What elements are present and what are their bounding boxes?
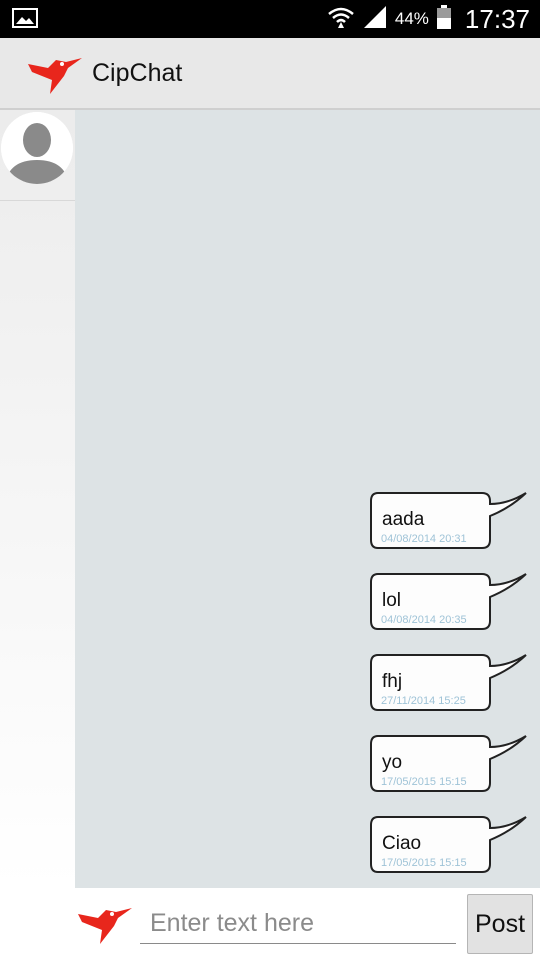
message-text: lol xyxy=(382,590,402,611)
message-bubble[interactable]: yo 17/05/2015 15:15 xyxy=(370,735,530,801)
post-button[interactable]: Post xyxy=(467,894,533,954)
message-timestamp: 17/05/2015 15:15 xyxy=(381,776,467,788)
battery-percent: 44% xyxy=(394,9,429,28)
message-timestamp: 27/11/2014 15:25 xyxy=(381,695,466,707)
app-bar: CipChat xyxy=(0,38,540,110)
battery-icon xyxy=(436,4,451,34)
message-text: Ciao xyxy=(382,833,422,854)
wifi-icon xyxy=(327,5,355,34)
signal-icon xyxy=(363,5,387,34)
message-input[interactable] xyxy=(140,904,456,944)
image-icon xyxy=(12,8,38,33)
contact-list xyxy=(0,110,75,888)
message-text: fhj xyxy=(382,671,403,692)
message-bubble[interactable]: lol 04/08/2014 20:35 xyxy=(370,573,530,639)
message-timestamp: 17/05/2015 15:15 xyxy=(381,857,467,869)
status-bar: 44% 17:37 xyxy=(0,0,540,38)
hummingbird-logo-icon[interactable] xyxy=(26,50,84,96)
message-text: aada xyxy=(382,509,425,530)
message-bubble[interactable]: Ciao 17/05/2015 15:15 xyxy=(370,816,530,882)
app-title: CipChat xyxy=(92,59,183,87)
chat-area[interactable]: aada 04/08/2014 20:31 lol 04/08/2014 20:… xyxy=(75,110,540,888)
contact-item[interactable] xyxy=(0,110,75,201)
default-user-avatar-icon xyxy=(1,112,73,184)
clock: 17:37 xyxy=(464,3,530,34)
message-text: yo xyxy=(382,752,403,773)
message-bubble[interactable]: aada 04/08/2014 20:31 xyxy=(370,492,530,558)
message-bubble[interactable]: fhj 27/11/2014 15:25 xyxy=(370,654,530,720)
hummingbird-logo-icon xyxy=(76,900,134,946)
message-timestamp: 04/08/2014 20:35 xyxy=(381,614,467,626)
message-timestamp: 04/08/2014 20:31 xyxy=(381,533,467,545)
composer: Post xyxy=(0,888,540,960)
